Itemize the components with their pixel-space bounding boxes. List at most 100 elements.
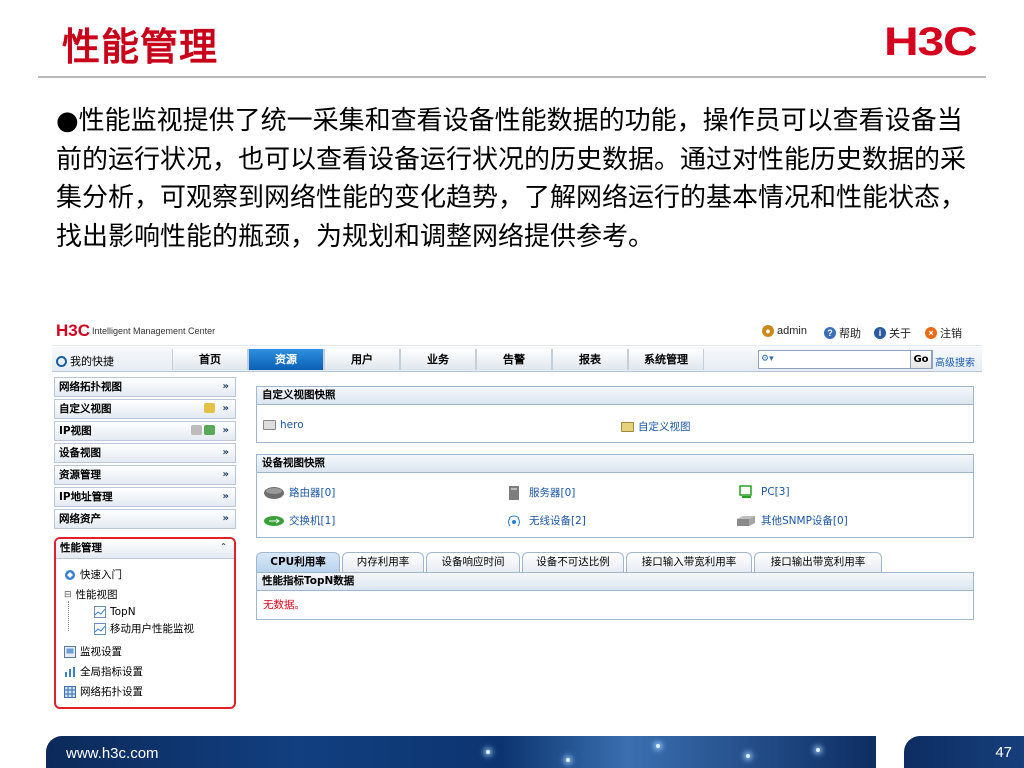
chart-icon (94, 606, 106, 618)
device-switch[interactable]: 交换机[1] (263, 513, 335, 528)
imc-screenshot: H3C Intelligent Management Center ● admi… (52, 318, 982, 710)
tree-item-label: 监视设置 (80, 646, 122, 658)
light-sparkle (656, 744, 660, 748)
logout-icon: × (925, 327, 937, 339)
admin-link[interactable]: ● admin (762, 325, 807, 337)
item-label: 路由器[0] (289, 487, 336, 499)
help-link[interactable]: ? 帮助 (824, 325, 861, 341)
device-pc[interactable]: PC[3] (735, 485, 790, 499)
folder-icon (263, 420, 276, 430)
tab-out-bandwidth[interactable]: 接口输出带宽利用率 (754, 552, 882, 572)
panel-title: 性能指标TopN数据 (257, 573, 973, 591)
help-label: 帮助 (839, 328, 861, 340)
chevron-down-icon[interactable]: » (223, 422, 229, 440)
chevron-up-icon[interactable]: ˆ (221, 539, 226, 558)
sidebar-item-ip-mgmt[interactable]: IP地址管理 » (54, 487, 236, 507)
sidebar-item-assets[interactable]: 网络资产 » (54, 509, 236, 529)
search-input[interactable]: ⚙▾ (758, 350, 933, 369)
nav-tab-user[interactable]: 用户 (324, 349, 400, 370)
tree-item-topo-settings[interactable]: 网络拓扑设置 (64, 684, 143, 699)
tree-item-monitor-settings[interactable]: 监视设置 (64, 644, 122, 659)
tree-item-global-index[interactable]: 全局指标设置 (64, 664, 143, 679)
item-label: 服务器[0] (529, 487, 576, 499)
tree-item-perf-view[interactable]: ⊟ 性能视图 (64, 587, 118, 602)
sidebar-item-label: 性能管理 (60, 542, 102, 554)
device-wireless[interactable]: 无线设备[2] (503, 513, 586, 528)
chevron-down-icon[interactable]: » (223, 510, 229, 528)
server-icon (509, 485, 519, 500)
sidebar-item-ip-view[interactable]: IP视图 » (54, 421, 236, 441)
users-icon: ● (762, 325, 774, 337)
nav-tab-system[interactable]: 系统管理 (628, 349, 704, 370)
nav-tab-report[interactable]: 报表 (552, 349, 628, 370)
item-label: 交换机[1] (289, 515, 336, 527)
sidebar-item-label: 网络拓扑视图 (59, 381, 122, 393)
network-add-icon (204, 425, 215, 435)
tab-in-bandwidth[interactable]: 接口输入带宽利用率 (626, 552, 752, 572)
sidebar-item-device-view[interactable]: 设备视图 » (54, 443, 236, 463)
tree-item-label: 快速入门 (80, 569, 122, 581)
device-view-snapshot-panel: 设备视图快照 路由器[0] 服务器[0] PC[3] 交换机[1] 无线设备[2… (256, 454, 974, 538)
info-icon: i (874, 327, 886, 339)
chevron-down-icon[interactable]: » (223, 444, 229, 462)
device-router[interactable]: 路由器[0] (263, 485, 335, 500)
chevron-down-icon[interactable]: » (223, 466, 229, 484)
nav-tab-home[interactable]: 首页 (172, 349, 248, 370)
topn-data-panel: 性能指标TopN数据 无数据。 (256, 572, 974, 620)
quick-access-menu[interactable]: 我的快捷 (56, 353, 114, 369)
network-icon (191, 425, 202, 435)
tree-item-label: 全局指标设置 (80, 666, 143, 678)
tab-cpu[interactable]: CPU利用率 (256, 552, 340, 572)
about-link[interactable]: i 关于 (874, 325, 911, 341)
item-label: 其他SNMP设备[0] (761, 515, 848, 527)
nav-tab-resource[interactable]: 资源 (248, 349, 324, 370)
footer-band: www.h3c.com (46, 736, 876, 768)
custom-view-snapshot-panel: 自定义视图快照 hero 自定义视图 (256, 386, 974, 443)
logout-link[interactable]: × 注销 (925, 325, 962, 341)
help-icon: ? (824, 327, 836, 339)
go-button[interactable]: Go (910, 350, 932, 369)
page-number-box: 47 (904, 736, 1024, 768)
search-type-dropdown[interactable]: ⚙▾ (761, 352, 785, 367)
advanced-search-link[interactable]: 高级搜索 (935, 354, 975, 369)
chevron-down-icon[interactable]: » (223, 400, 229, 418)
wireless-icon (508, 515, 520, 526)
sidebar-item-resource-mgmt[interactable]: 资源管理 » (54, 465, 236, 485)
tree-item-label: 网络拓扑设置 (80, 686, 143, 698)
collapse-icon[interactable]: ⊟ (64, 590, 72, 600)
tab-response-time[interactable]: 设备响应时间 (426, 552, 520, 572)
custom-view-hero[interactable]: hero (263, 419, 304, 431)
slide-title: 性能管理 (62, 24, 219, 69)
tab-memory[interactable]: 内存利用率 (342, 552, 424, 572)
perf-mgmt-panel: 性能管理 ˆ 快速入门 ⊟ 性能视图 TopN 移动用户性能监视 监视设置 全局… (54, 537, 236, 709)
tree-item-label: 移动用户性能监视 (110, 623, 194, 635)
imc-header: H3C Intelligent Management Center ● admi… (52, 318, 982, 346)
nav-tab-alarm[interactable]: 告警 (476, 349, 552, 370)
device-snmp-other[interactable]: 其他SNMP设备[0] (735, 513, 848, 528)
light-sparkle (746, 754, 750, 758)
left-sidebar: 网络拓扑视图 » 自定义视图 » IP视图 » 设备视图 » 资源管理 » IP… (54, 377, 236, 709)
nav-tab-service[interactable]: 业务 (400, 349, 476, 370)
sidebar-item-perf-mgmt[interactable]: 性能管理 ˆ (56, 539, 234, 559)
sidebar-item-topology[interactable]: 网络拓扑视图 » (54, 377, 236, 397)
chevron-down-icon[interactable]: » (223, 488, 229, 506)
logout-label: 注销 (940, 328, 962, 340)
tree-item-quick-start[interactable]: 快速入门 (64, 567, 122, 582)
no-data-message: 无数据。 (263, 599, 305, 611)
sidebar-item-custom-view[interactable]: 自定义视图 » (54, 399, 236, 419)
item-label: PC[3] (761, 486, 790, 498)
custom-view-link[interactable]: 自定义视图 (621, 419, 691, 434)
tab-unreachable[interactable]: 设备不可达比例 (522, 552, 624, 572)
tree-connector (68, 601, 69, 631)
tree-item-topn[interactable]: TopN (94, 606, 136, 618)
quick-start-icon (65, 569, 75, 580)
tree-item-mobile-monitor[interactable]: 移动用户性能监视 (94, 621, 194, 636)
pc-icon (739, 485, 752, 498)
sidebar-item-label: 资源管理 (59, 469, 101, 481)
item-label: hero (280, 419, 304, 431)
monitor-settings-icon (64, 645, 76, 658)
chevron-down-icon[interactable]: » (223, 378, 229, 396)
h3c-logo: H3C (884, 20, 978, 64)
device-server[interactable]: 服务器[0] (503, 485, 575, 500)
panel-title: 设备视图快照 (257, 455, 973, 473)
